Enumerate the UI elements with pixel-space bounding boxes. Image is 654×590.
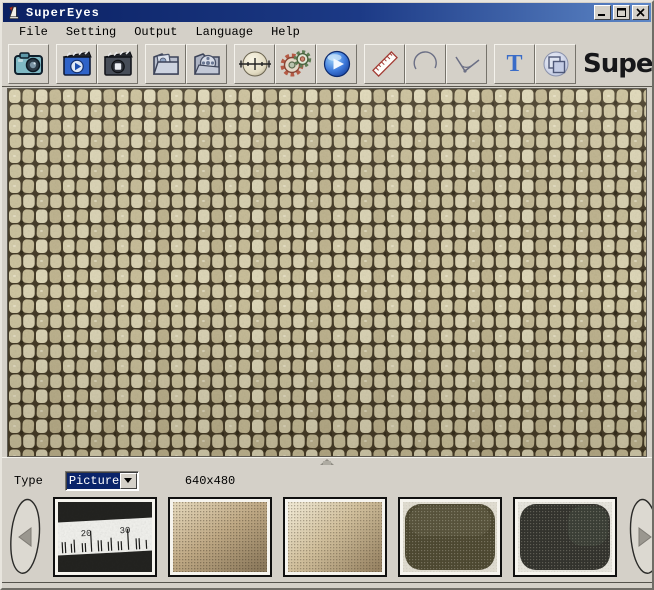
type-label: Type	[14, 473, 43, 488]
type-select[interactable]: Picture	[64, 470, 139, 491]
measure-ruler-button[interactable]	[364, 43, 405, 84]
window-title: SuperEyes	[26, 5, 100, 20]
thumbnail-mesh-black[interactable]	[513, 497, 617, 577]
next-thumbnails-button[interactable]	[628, 498, 652, 576]
thumbnail-fabric-tan[interactable]	[168, 497, 272, 577]
thumbnail-mesh-olive[interactable]	[398, 497, 502, 577]
mesh-black-thumbnail-image	[518, 502, 612, 572]
menu-language[interactable]: Language	[186, 23, 262, 41]
capture-photo-icon	[13, 51, 43, 75]
capture-photo-button[interactable]	[8, 43, 49, 84]
settings-gears-button[interactable]	[275, 43, 316, 84]
compare-windows-button[interactable]	[535, 43, 576, 84]
thumbnail-fabric-light[interactable]	[283, 497, 387, 577]
browse-videos-button[interactable]	[186, 43, 227, 84]
splitter-handle-icon[interactable]	[320, 459, 334, 465]
supereyes-app-icon	[9, 6, 19, 19]
menu-output[interactable]: Output	[125, 23, 186, 41]
compare-windows-icon	[543, 51, 568, 76]
type-selected-value: Picture	[66, 472, 121, 489]
record-video-icon	[62, 50, 92, 76]
menu-setting[interactable]: Setting	[57, 23, 125, 41]
panel-splitter[interactable]	[2, 457, 652, 469]
live-view-canvas[interactable]	[7, 88, 647, 457]
browse-videos-icon	[193, 52, 220, 75]
text-annotation-button[interactable]: T	[494, 43, 535, 84]
minimize-icon	[598, 14, 605, 16]
maximize-icon	[617, 8, 626, 17]
play-video-icon	[323, 50, 350, 77]
resolution-label: 640x480	[184, 473, 236, 488]
measure-arc-button[interactable]	[405, 43, 446, 84]
title-bar: SuperEyes	[3, 3, 651, 22]
fabric-light-thumbnail-image	[288, 502, 382, 572]
mesh-olive-thumbnail-image	[403, 502, 497, 572]
ruler-thumbnail-image: 20 30	[58, 502, 152, 572]
menu-bar: File Setting Output Language Help	[2, 22, 652, 41]
minimize-button[interactable]	[594, 5, 611, 20]
supereyes-logo: Superëyës	[583, 48, 653, 79]
prev-thumbnails-button[interactable]	[8, 498, 42, 576]
measure-angle-button[interactable]	[446, 43, 487, 84]
measure-arc-icon	[413, 50, 437, 69]
crosshair-calibrate-icon	[238, 51, 271, 76]
maximize-button[interactable]	[613, 5, 630, 20]
chevron-down-icon[interactable]	[120, 472, 137, 489]
close-button[interactable]	[632, 5, 649, 20]
bottom-frame-edge	[2, 582, 652, 586]
measure-ruler-icon	[371, 50, 398, 77]
fabric-weave-image	[8, 89, 646, 456]
browse-photos-button[interactable]	[145, 43, 186, 84]
toolbar: T Superëyës	[2, 41, 652, 87]
thumbnail-strip: 20 30	[2, 492, 652, 582]
thumbnail-ruler[interactable]: 20 30	[53, 497, 157, 577]
stop-record-icon	[103, 50, 133, 76]
text-tool-glyph: T	[506, 50, 523, 77]
menu-file[interactable]: File	[10, 23, 57, 41]
menu-help[interactable]: Help	[262, 23, 309, 41]
app-window: SuperEyes File Setting Output Language H…	[0, 0, 654, 590]
arrow-right-icon	[629, 498, 652, 574]
settings-gears-icon	[280, 49, 311, 76]
measure-angle-icon	[454, 56, 479, 73]
close-icon	[636, 8, 645, 17]
arrow-left-icon	[10, 498, 41, 574]
play-video-button[interactable]	[316, 43, 357, 84]
filmstrip-controls: Type Picture 640x480	[2, 469, 652, 492]
fabric-tan-thumbnail-image	[173, 502, 267, 572]
record-video-button[interactable]	[56, 43, 97, 84]
crosshair-calibrate-button[interactable]	[234, 43, 275, 84]
stop-record-button[interactable]	[97, 43, 138, 84]
browse-photos-icon	[152, 52, 179, 75]
